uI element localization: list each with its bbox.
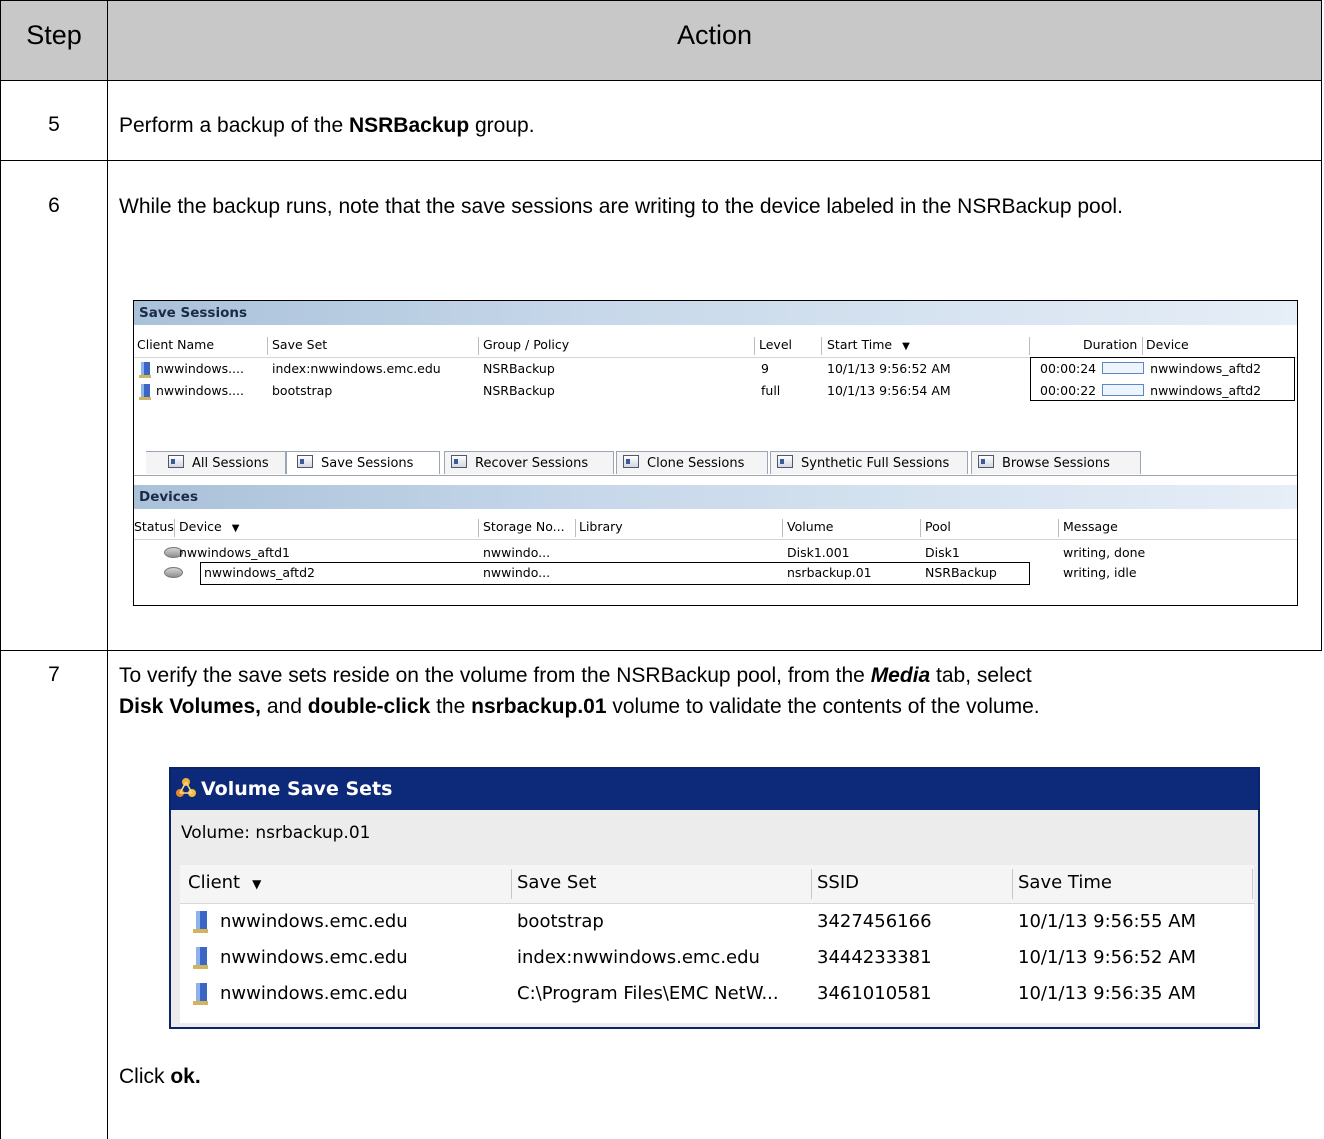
- col-level[interactable]: Level: [759, 335, 792, 355]
- session-client: nwwindows....: [156, 361, 244, 376]
- computer-icon: [139, 362, 151, 378]
- dialog-title-bar: Volume Save Sets: [171, 769, 1258, 810]
- session-start: 10/1/13 9:56:54 AM: [827, 383, 951, 398]
- session-tabs: All Sessions Save Sessions Recover Sessi…: [134, 449, 1297, 476]
- window-icon: [623, 455, 639, 468]
- col-device[interactable]: Device ▼: [179, 517, 239, 539]
- nmc-sessions-screenshot: Save Sessions Client Name Save Set Group…: [133, 300, 1298, 606]
- saveset-name: C:\Program Files\EMC NetW...: [517, 983, 779, 1004]
- col-status[interactable]: Status: [134, 517, 174, 537]
- step-number: 5: [48, 113, 60, 136]
- sort-desc-icon: ▼: [231, 523, 240, 534]
- window-icon: [978, 455, 994, 468]
- sort-desc-icon: ▼: [902, 341, 910, 352]
- col-volume[interactable]: Volume: [787, 517, 834, 537]
- tab-synthetic-full-sessions[interactable]: Synthetic Full Sessions: [770, 451, 968, 474]
- col-client[interactable]: Client ▼: [188, 865, 261, 902]
- saveset-ssid: 3427456166: [817, 911, 932, 932]
- table-rule: [0, 80, 1322, 81]
- saveset-ssid: 3461010581: [817, 983, 932, 1004]
- devices-title: Devices: [134, 485, 1297, 509]
- step-text: To verify the save sets reside on the vo…: [119, 664, 1040, 718]
- window-icon: [297, 455, 313, 468]
- computer-icon: [193, 911, 208, 933]
- session-client: nwwindows....: [156, 383, 244, 398]
- tab-save-sessions[interactable]: Save Sessions: [286, 451, 440, 474]
- session-group: NSRBackup: [483, 361, 555, 376]
- dialog-title: Volume Save Sets: [201, 778, 393, 800]
- col-ssid[interactable]: SSID: [817, 865, 859, 901]
- col-client-name[interactable]: Client Name: [137, 335, 214, 355]
- network-icon: [176, 778, 196, 797]
- header-action: Action: [676, 20, 753, 50]
- session-saveset: index:nwwindows.emc.edu: [272, 361, 441, 376]
- table-rule: [0, 160, 1322, 161]
- table-column-divider: [107, 0, 108, 1139]
- save-sets-table: Client ▼ Save Set SSID Save Time nwwindow…: [180, 865, 1254, 1023]
- tab-recover-sessions[interactable]: Recover Sessions: [444, 451, 614, 474]
- click-ok-text: Click ok.: [119, 1065, 201, 1088]
- window-icon: [451, 455, 467, 468]
- table-border-left: [0, 0, 1, 1139]
- col-save-time[interactable]: Save Time: [1018, 865, 1112, 901]
- session-group: NSRBackup: [483, 383, 555, 398]
- col-start-time[interactable]: Start Time ▼: [827, 335, 910, 357]
- col-duration[interactable]: Duration: [1083, 335, 1137, 355]
- device-volume: Disk1.001: [787, 545, 850, 560]
- highlight-box: [1030, 357, 1295, 401]
- computer-icon: [193, 983, 208, 1005]
- table-border-top: [0, 0, 1322, 1]
- session-start: 10/1/13 9:56:52 AM: [827, 361, 951, 376]
- highlight-box: [200, 562, 1030, 585]
- tab-browse-sessions[interactable]: Browse Sessions: [971, 451, 1141, 474]
- saveset-time: 10/1/13 9:56:52 AM: [1018, 947, 1197, 968]
- saveset-time: 10/1/13 9:56:55 AM: [1018, 911, 1197, 932]
- disk-icon: [164, 567, 183, 578]
- saveset-ssid: 3444233381: [817, 947, 932, 968]
- col-message[interactable]: Message: [1063, 517, 1118, 537]
- saveset-name: index:nwwindows.emc.edu: [517, 947, 760, 968]
- devices-column-header: Status Device ▼ Storage No... Library Vo…: [134, 517, 1297, 540]
- saveset-name: bootstrap: [517, 911, 604, 932]
- saveset-client: nwwindows.emc.edu: [220, 983, 408, 1004]
- col-save-set[interactable]: Save Set: [272, 335, 327, 355]
- device-message: writing, done: [1063, 545, 1146, 560]
- step-number: 7: [48, 663, 60, 686]
- tab-all-sessions[interactable]: All Sessions: [146, 451, 286, 474]
- session-saveset: bootstrap: [272, 383, 333, 398]
- device-storage: nwwindo...: [483, 545, 551, 560]
- device-name: nwwindows_aftd1: [179, 545, 290, 560]
- step-number: 6: [48, 194, 60, 217]
- col-library[interactable]: Library: [579, 517, 623, 537]
- volume-save-sets-dialog: Volume Save Sets Volume: nsrbackup.01 Cl…: [169, 767, 1260, 1029]
- col-device[interactable]: Device: [1146, 335, 1189, 355]
- window-icon: [777, 455, 793, 468]
- computer-icon: [193, 947, 208, 969]
- col-pool[interactable]: Pool: [925, 517, 951, 537]
- saveset-client: nwwindows.emc.edu: [220, 947, 408, 968]
- tab-clone-sessions[interactable]: Clone Sessions: [616, 451, 768, 474]
- sessions-column-header: Client Name Save Set Group / Policy Leve…: [134, 335, 1297, 358]
- device-pool: Disk1: [925, 545, 960, 560]
- saveset-client: nwwindows.emc.edu: [220, 911, 408, 932]
- window-icon: [168, 455, 184, 468]
- save-sessions-title: Save Sessions: [134, 301, 1297, 325]
- table-border-right: [1321, 0, 1322, 651]
- saveset-time: 10/1/13 9:56:35 AM: [1018, 983, 1197, 1004]
- col-save-set[interactable]: Save Set: [517, 865, 596, 901]
- step-text: Perform a backup of the NSRBackup group.: [119, 114, 535, 137]
- col-storage-node[interactable]: Storage No...: [483, 517, 565, 537]
- computer-icon: [139, 384, 151, 400]
- device-message: writing, idle: [1063, 565, 1137, 580]
- step-text: While the backup runs, note that the sav…: [119, 195, 1123, 218]
- save-sets-header: Client ▼ Save Set SSID Save Time: [180, 865, 1254, 904]
- volume-label: Volume: nsrbackup.01: [181, 823, 371, 843]
- sort-desc-icon: ▼: [252, 877, 262, 891]
- table-rule: [0, 650, 1322, 651]
- session-level: 9: [761, 361, 769, 376]
- col-group-policy[interactable]: Group / Policy: [483, 335, 569, 355]
- header-step: Step: [26, 20, 82, 50]
- session-level: full: [761, 383, 781, 398]
